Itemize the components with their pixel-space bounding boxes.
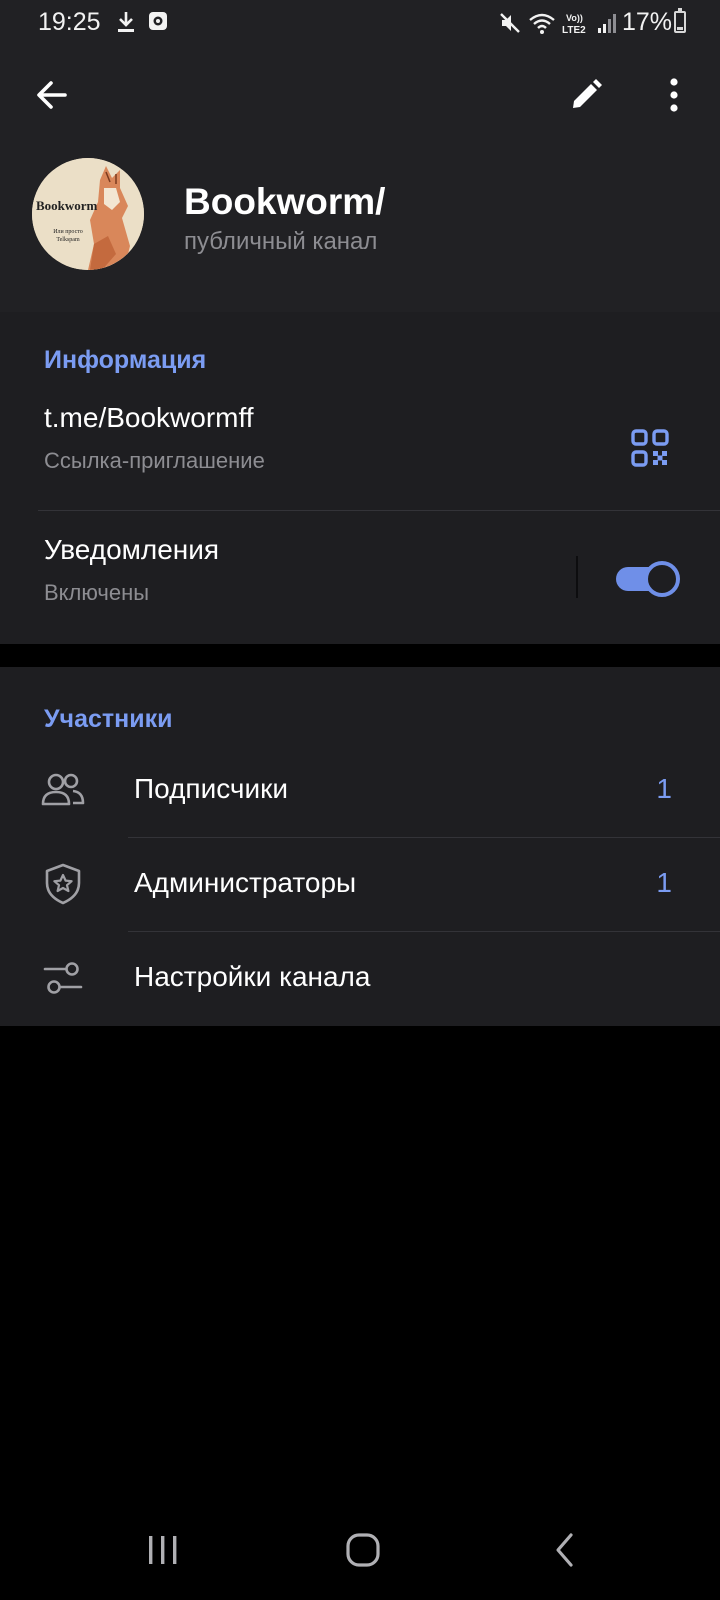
notifications-row[interactable]: Уведомления Включены: [0, 524, 560, 634]
channel-name: Bookworm/: [184, 181, 386, 222]
channel-avatar[interactable]: Bookworm Или просто Telkspam: [32, 158, 144, 270]
back-nav-icon: [556, 1533, 573, 1567]
subscribers-label: Подписчики: [134, 773, 289, 804]
invite-link-row[interactable]: t.me/Bookwormff Ссылка-приглашение: [0, 388, 720, 498]
wifi-icon: [529, 13, 555, 34]
administrators-count: 1: [656, 867, 672, 898]
network-type-icon: Vo)) LTE2: [562, 13, 586, 35]
back-button[interactable]: [28, 71, 76, 119]
avatar-subtext: Или просто Telkspam: [53, 229, 83, 243]
subscribers-row[interactable]: Подписчики 1: [0, 743, 720, 837]
invite-link: t.me/Bookwormff: [44, 402, 254, 433]
info-section: Информация t.me/Bookwormff Ссылка-пригла…: [0, 312, 720, 644]
administrators-row[interactable]: Администраторы 1: [0, 837, 720, 931]
fox-illustration: [32, 158, 144, 270]
pencil-icon: [573, 79, 602, 108]
recent-apps-icon: [149, 1536, 177, 1564]
channel-type: публичный канал: [184, 228, 378, 255]
battery-percent: 17%: [621, 8, 672, 36]
divider: [38, 510, 720, 511]
invite-link-caption: Ссылка-приглашение: [44, 448, 265, 473]
notifications-title: Уведомления: [44, 534, 220, 565]
status-bar: 19:25 Vo)) LTE2 17%: [0, 0, 720, 48]
app-notification-icon: [149, 12, 167, 30]
members-section-title: Участники: [44, 705, 173, 733]
notifications-status: Включены: [44, 580, 150, 605]
svg-text:LTE2: LTE2: [562, 25, 586, 35]
administrators-label: Администраторы: [134, 867, 357, 898]
sliders-icon: [40, 955, 86, 1001]
arrow-left-icon: [37, 81, 67, 109]
separator: [576, 556, 578, 598]
system-navigation-bar: [0, 1500, 720, 1600]
info-section-title: Информация: [44, 346, 207, 374]
users-icon: [40, 767, 86, 813]
more-vertical-icon: [670, 78, 678, 112]
mute-icon: [500, 12, 520, 33]
recent-apps-button[interactable]: [128, 1520, 198, 1580]
notifications-toggle[interactable]: [614, 560, 680, 598]
home-icon: [346, 1533, 380, 1567]
battery-icon: [674, 8, 686, 33]
download-icon: [118, 12, 134, 32]
signal-icon: [597, 13, 616, 33]
svg-text:Vo)): Vo)): [566, 13, 583, 23]
more-options-button[interactable]: [650, 71, 698, 119]
channel-header: Bookworm Или просто Telkspam Bookworm/ п…: [0, 48, 720, 312]
home-button[interactable]: [328, 1520, 398, 1580]
edit-button[interactable]: [562, 71, 610, 119]
status-time: 19:25: [38, 8, 101, 36]
subscribers-count: 1: [656, 773, 672, 804]
qr-code-icon: [631, 429, 669, 467]
qr-code-button[interactable]: [626, 424, 674, 472]
back-nav-button[interactable]: [530, 1520, 600, 1580]
avatar-text: Bookworm: [36, 198, 98, 213]
shield-star-icon: [40, 861, 86, 907]
channel-settings-row[interactable]: Настройки канала: [0, 931, 720, 1025]
members-section: Участники Подписчики 1 Администраторы 1: [0, 667, 720, 1026]
channel-settings-label: Настройки канала: [134, 961, 371, 992]
